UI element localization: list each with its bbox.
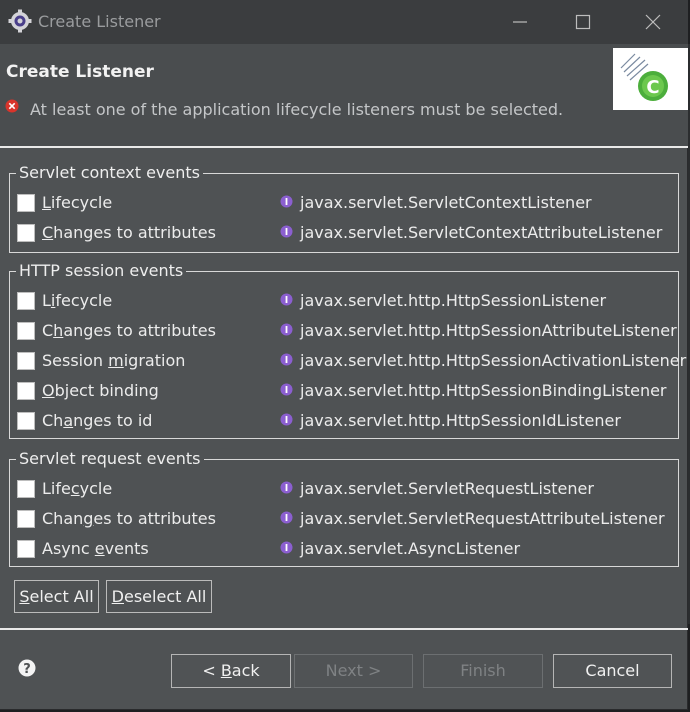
- page-title: Create Listener: [6, 62, 154, 82]
- listener-label: Object binding: [42, 381, 159, 400]
- listener-row[interactable]: Changes to attributes javax.servlet.http…: [17, 320, 677, 342]
- listener-row[interactable]: Object binding javax.servlet.http.HttpSe…: [17, 380, 677, 402]
- maximize-icon: [575, 14, 591, 30]
- svg-text:C: C: [646, 77, 659, 98]
- listener-checkbox[interactable]: [17, 412, 35, 430]
- interface-icon: [280, 293, 293, 306]
- listener-label: Changes to id: [42, 411, 153, 430]
- wizard-header: Create Listener At least one of the appl…: [0, 44, 688, 148]
- minimize-button[interactable]: [500, 6, 540, 38]
- listener-row[interactable]: Lifecycle javax.servlet.http.HttpSession…: [17, 290, 677, 312]
- back-button[interactable]: < Back: [171, 654, 291, 688]
- interface-name: javax.servlet.http.HttpSessionListener: [300, 291, 607, 310]
- listener-checkbox[interactable]: [17, 510, 35, 528]
- listener-checkbox[interactable]: [17, 382, 35, 400]
- gear-icon: [8, 9, 32, 33]
- dialog-window: Create Listener Create Listener At least…: [0, 0, 688, 710]
- listener-checkbox[interactable]: [17, 194, 35, 212]
- listener-checkbox[interactable]: [17, 292, 35, 310]
- listener-row[interactable]: Async events javax.servlet.AsyncListener: [17, 538, 677, 560]
- interface-icon: [280, 225, 293, 238]
- interface-icon: [280, 195, 293, 208]
- listener-row[interactable]: Changes to attributes javax.servlet.Serv…: [17, 222, 677, 244]
- svg-text:?: ?: [23, 662, 31, 677]
- listener-label: Lifecycle: [42, 291, 113, 310]
- listener-label: Session migration: [42, 351, 186, 370]
- listener-checkbox[interactable]: [17, 540, 35, 558]
- listener-checkbox[interactable]: [17, 322, 35, 340]
- group-legend: Servlet context events: [16, 163, 203, 183]
- listener-row[interactable]: Session migration javax.servlet.http.Htt…: [17, 350, 686, 372]
- listener-label: Changes to attributes: [42, 223, 216, 242]
- next-button[interactable]: Next >: [294, 654, 413, 688]
- listener-wizard-banner: C: [613, 48, 688, 110]
- listener-label: Lifecycle: [42, 479, 113, 498]
- group-legend: HTTP session events: [16, 261, 187, 281]
- listener-checkbox[interactable]: [17, 480, 35, 498]
- listener-checkbox[interactable]: [17, 352, 35, 370]
- interface-name: javax.servlet.http.HttpSessionBindingLis…: [300, 381, 667, 400]
- interface-icon: [280, 323, 293, 336]
- select-all-button[interactable]: Select All: [14, 580, 99, 613]
- listener-row[interactable]: Lifecycle javax.servlet.ServletContextLi…: [17, 192, 677, 214]
- finish-button[interactable]: Finish: [423, 654, 543, 688]
- interface-icon: [280, 353, 293, 366]
- http-session-group: HTTP session events Lifecycle javax.serv…: [9, 261, 686, 439]
- interface-name: javax.servlet.ServletRequestAttributeLis…: [300, 509, 665, 528]
- interface-name: javax.servlet.AsyncListener: [300, 539, 521, 558]
- group-legend: Servlet request events: [16, 449, 204, 469]
- deselect-all-button[interactable]: Deselect All: [106, 580, 212, 613]
- error-message: At least one of the application lifecycl…: [30, 100, 564, 119]
- interface-name: javax.servlet.ServletContextListener: [300, 193, 592, 212]
- interface-icon: [280, 481, 293, 494]
- help-icon[interactable]: ?: [18, 659, 36, 677]
- close-button[interactable]: [633, 6, 673, 38]
- interface-name: javax.servlet.ServletContextAttributeLis…: [300, 223, 663, 242]
- error-icon: [5, 99, 19, 113]
- footer-separator: [0, 628, 688, 630]
- listener-label: Changes to attributes: [42, 321, 216, 340]
- interface-name: javax.servlet.ServletRequestListener: [300, 479, 594, 498]
- listener-label: Lifecycle: [42, 193, 113, 212]
- interface-name: javax.servlet.http.HttpSessionActivation…: [300, 351, 687, 370]
- listener-checkbox[interactable]: [17, 224, 35, 242]
- interface-name: javax.servlet.http.HttpSessionAttributeL…: [300, 321, 677, 340]
- listener-row[interactable]: Changes to attributes javax.servlet.Serv…: [17, 508, 677, 530]
- interface-icon: [280, 511, 293, 524]
- minimize-icon: [513, 21, 527, 23]
- cancel-button[interactable]: Cancel: [553, 654, 672, 688]
- interface-name: javax.servlet.http.HttpSessionIdListener: [300, 411, 621, 430]
- listener-label: Changes to attributes: [42, 509, 216, 528]
- close-icon: [645, 14, 661, 30]
- servlet-context-group: Servlet context events Lifecycle javax.s…: [9, 163, 679, 253]
- listener-row[interactable]: Changes to id javax.servlet.http.HttpSes…: [17, 410, 677, 432]
- maximize-button[interactable]: [563, 6, 603, 38]
- servlet-request-group: Servlet request events Lifecycle javax.s…: [9, 449, 679, 567]
- interface-icon: [280, 383, 293, 396]
- interface-icon: [280, 541, 293, 554]
- listener-label: Async events: [42, 539, 149, 558]
- header-separator: [0, 146, 688, 148]
- title-bar: Create Listener: [0, 0, 688, 44]
- interface-icon: [280, 413, 293, 426]
- window-title: Create Listener: [38, 12, 161, 31]
- listener-row[interactable]: Lifecycle javax.servlet.ServletRequestLi…: [17, 478, 677, 500]
